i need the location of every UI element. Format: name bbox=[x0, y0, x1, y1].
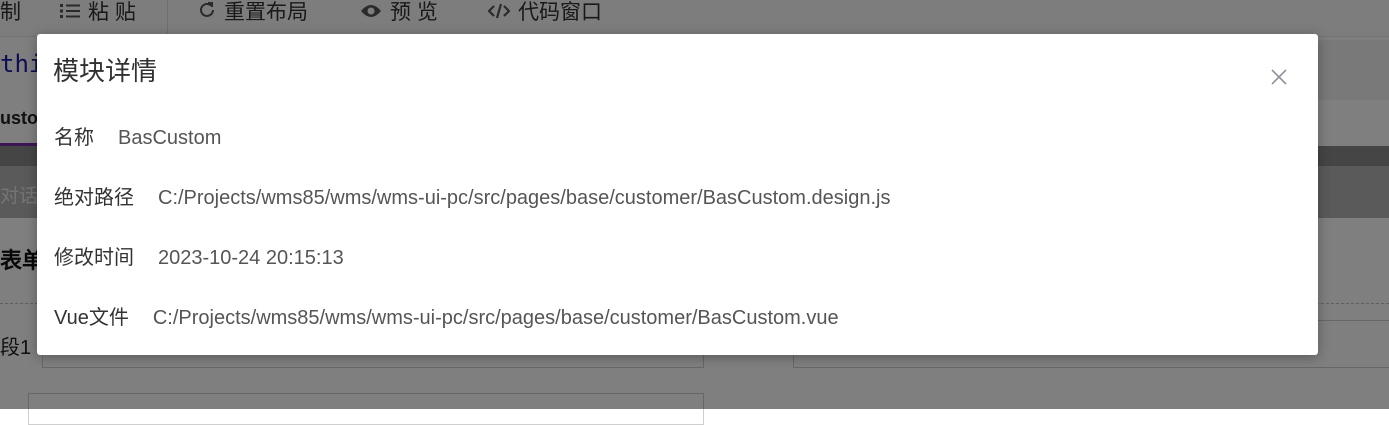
detail-row-modified-time: 修改时间 2023-10-24 20:15:13 bbox=[54, 241, 344, 270]
detail-row-vue-file: Vue文件 C:/Projects/wms85/wms/wms-ui-pc/src… bbox=[54, 301, 839, 330]
detail-value: 2023-10-24 20:15:13 bbox=[158, 247, 344, 269]
detail-value: C:/Projects/wms85/wms/wms-ui-pc/src/page… bbox=[152, 307, 839, 329]
detail-value: BasCustom bbox=[118, 127, 222, 149]
detail-label: 修改时间 bbox=[54, 247, 134, 269]
dialog-title: 模块详情 bbox=[53, 56, 158, 86]
module-details-dialog: 模块详情 名称 BasCustom 绝对路径 C:/Projects/wms85/w… bbox=[37, 34, 1318, 355]
detail-value: C:/Projects/wms85/wms/wms-ui-pc/src/page… bbox=[158, 187, 891, 209]
detail-label: 名称 bbox=[54, 127, 94, 149]
close-icon[interactable] bbox=[1268, 66, 1290, 88]
detail-label: Vue文件 bbox=[54, 307, 129, 329]
detail-row-name: 名称 BasCustom bbox=[54, 121, 221, 150]
detail-row-absolute-path: 绝对路径 C:/Projects/wms85/wms/wms-ui-pc/src/… bbox=[54, 181, 890, 210]
detail-label: 绝对路径 bbox=[54, 187, 134, 209]
